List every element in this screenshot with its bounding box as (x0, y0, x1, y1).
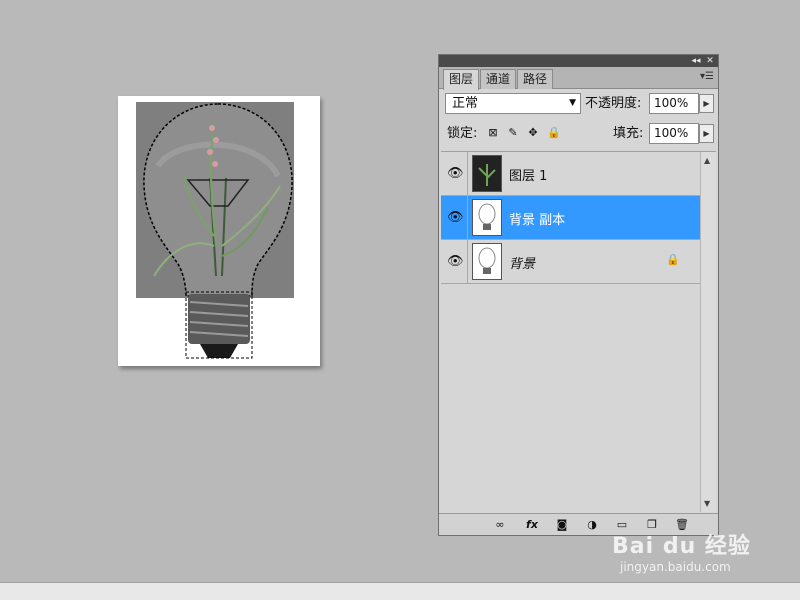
status-bar (0, 582, 800, 600)
tab-paths[interactable]: 路径 (517, 69, 554, 89)
layer-name: 背景 副本 (509, 213, 566, 228)
layer-name: 背景 (509, 257, 536, 272)
layer-lock-icon: 🔒 (666, 253, 680, 266)
chevron-down-icon: ▼ (569, 98, 576, 108)
layer-thumbnail (472, 199, 502, 236)
scroll-up-icon[interactable]: ▲ (704, 156, 710, 165)
visibility-toggle[interactable]: 👁 (441, 240, 468, 283)
layers-list: 👁 图层 1 👁 背景 副本 👁 背景 🔒 ▲ ▼ (441, 151, 716, 512)
adjustment-layer-icon[interactable]: ◑ (583, 517, 601, 533)
tab-layers[interactable]: 图层 (443, 69, 480, 90)
fill-slider-button[interactable]: ▶ (699, 124, 714, 143)
watermark: Bai du 经验 jingyan.baidu.com (612, 528, 762, 584)
layer-name: 图层 1 (509, 169, 548, 184)
opacity-label: 不透明度: (585, 96, 642, 111)
fill-label: 填充: (613, 126, 644, 141)
lock-all-icon[interactable]: 🔒 (547, 127, 561, 139)
collapse-icon[interactable]: ◂◂ (690, 55, 702, 67)
tab-channels[interactable]: 通道 (480, 69, 517, 89)
layer-row-background[interactable]: 👁 背景 🔒 (441, 240, 700, 284)
opacity-input[interactable]: 100% (649, 93, 699, 114)
layer-thumbnail (472, 155, 502, 192)
eye-icon: 👁 (447, 254, 464, 269)
eye-icon: 👁 (447, 166, 464, 181)
watermark-brand: Bai du 经验 (612, 534, 751, 559)
layer-thumbnail (472, 243, 502, 280)
panel-titlebar: ◂◂ ✕ (439, 55, 718, 67)
eye-icon: 👁 (447, 210, 464, 225)
visibility-toggle[interactable]: 👁 (441, 152, 468, 195)
watermark-url: jingyan.baidu.com (620, 560, 731, 574)
close-icon[interactable]: ✕ (704, 55, 716, 67)
fill-input[interactable]: 100% (649, 123, 699, 144)
opacity-slider-button[interactable]: ▶ (699, 94, 714, 113)
link-layers-icon[interactable]: ∞ (491, 517, 509, 533)
scroll-down-icon[interactable]: ▼ (704, 499, 710, 508)
lock-label: 锁定: (447, 126, 478, 141)
fx-icon[interactable]: fx (523, 517, 541, 533)
panel-menu-icon[interactable]: ▾☰ (700, 71, 714, 82)
lock-paint-icon[interactable]: ✎ (507, 127, 519, 139)
layer-mask-icon[interactable]: ◙ (553, 517, 571, 533)
lock-move-icon[interactable]: ✥ (527, 127, 539, 139)
visibility-toggle[interactable]: 👁 (441, 196, 468, 239)
document-canvas[interactable] (118, 96, 320, 366)
lock-transparent-icon[interactable]: ⊠ (487, 127, 499, 139)
layers-scrollbar[interactable]: ▲ ▼ (700, 152, 716, 512)
panel-tabs: 图层 通道 路径 ▾☰ (439, 67, 718, 90)
layer-row-layer1[interactable]: 👁 图层 1 (441, 152, 700, 196)
layers-panel: ◂◂ ✕ 图层 通道 路径 ▾☰ 正常 ▼ 不透明度: 100% ▶ 锁定: ⊠ ✎… (438, 54, 719, 536)
lightbulb-image (136, 102, 294, 359)
blend-opacity-row: 正常 ▼ 不透明度: 100% ▶ (443, 93, 716, 117)
lock-fill-row: 锁定: ⊠ ✎ ✥ 🔒 填充: 100% ▶ (443, 123, 716, 147)
blend-mode-value: 正常 (452, 96, 479, 111)
blend-mode-select[interactable]: 正常 ▼ (445, 93, 581, 114)
layer-row-background-copy[interactable]: 👁 背景 副本 (441, 196, 700, 240)
